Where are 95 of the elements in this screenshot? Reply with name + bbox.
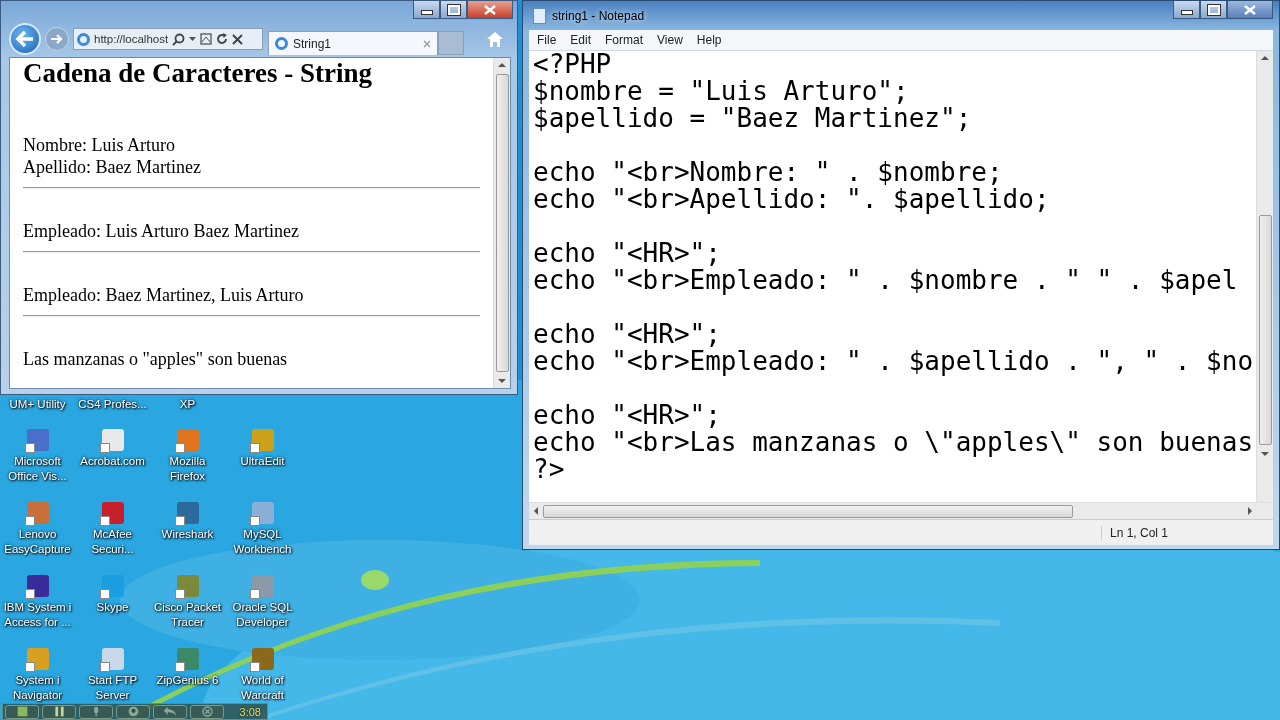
address-bar[interactable]: http://localhost	[73, 28, 263, 50]
icon-label[interactable]: XP	[150, 397, 225, 412]
microphone-icon	[91, 706, 101, 717]
close-icon	[1244, 4, 1256, 15]
code-line: echo "<br>Nombre: " . $nombre;	[533, 159, 1003, 186]
forward-button[interactable]	[45, 27, 69, 51]
page-heading: Cadena de Caracteres - String	[23, 58, 373, 88]
forward-arrow-icon	[50, 33, 64, 45]
code-line: echo "<HR>";	[533, 321, 721, 348]
page-text: Las manzanas o "apples" son buenas	[23, 348, 289, 370]
scrollbar[interactable]	[493, 58, 510, 388]
page-text: Empleado: Baez Martinez, Luis Arturo	[23, 284, 305, 306]
notepad-icon	[533, 7, 546, 24]
icon-label[interactable]: Mozilla Firefox	[150, 454, 225, 484]
icon-label[interactable]: World of Warcraft	[225, 673, 300, 703]
menu-item[interactable]: Edit	[570, 33, 592, 47]
icon-label[interactable]: MySQL Workbench	[225, 527, 300, 557]
address-text: http://localhost	[94, 33, 169, 45]
icon-label[interactable]: UltraEdit	[225, 454, 300, 469]
icon-label[interactable]: McAfee Securi...	[75, 527, 150, 557]
code-line: echo "<br>Empleado: " . $apellido . ", " . $no	[533, 348, 1254, 375]
pause-icon	[53, 706, 65, 717]
cancel-icon	[201, 706, 213, 717]
scrollbar-thumb[interactable]	[543, 504, 1073, 518]
recorder-button[interactable]	[5, 704, 39, 719]
scrollbar[interactable]	[1256, 51, 1273, 502]
icon-label[interactable]: Lenovo EasyCapture	[0, 527, 75, 557]
horizontal-scrollbar[interactable]	[529, 502, 1273, 519]
icon-label[interactable]: UM+ Utility	[0, 397, 75, 412]
window-title: string1 - Notepad	[552, 8, 645, 23]
menu-item[interactable]: Help	[696, 33, 722, 47]
icon-label[interactable]: Wireshark	[150, 527, 225, 542]
compatibility-icon[interactable]	[200, 33, 213, 45]
close-button[interactable]	[1227, 1, 1273, 19]
minimize-button[interactable]	[1173, 1, 1200, 19]
scroll-right-icon[interactable]	[1248, 507, 1252, 515]
icon-label[interactable]: System i Navigator	[0, 673, 75, 703]
icon-label[interactable]: Skype	[75, 600, 150, 615]
search-icon[interactable]	[172, 32, 186, 46]
recorder-button[interactable]	[116, 704, 150, 719]
scroll-down-icon[interactable]	[498, 379, 506, 383]
browser-tab[interactable]: String1	[268, 31, 438, 55]
code-line: $apellido = "Baez Martinez";	[533, 105, 972, 132]
icon-label[interactable]: IBM System i Access for ...	[0, 600, 75, 630]
menu-item[interactable]: File	[537, 33, 557, 47]
person-icon	[127, 706, 139, 717]
code-line: ?>	[533, 456, 565, 483]
recorder-button[interactable]	[42, 704, 76, 719]
code-line: echo "<br>Las manzanas o \"apples\" son buenas	[533, 429, 1254, 456]
refresh-icon[interactable]	[216, 33, 229, 45]
stop-icon	[16, 706, 28, 717]
scroll-up-icon[interactable]	[498, 63, 506, 67]
menu-item[interactable]: View	[657, 33, 683, 47]
recording-time: 3:08	[239, 705, 261, 718]
page-text: Apellido: Baez Martinez	[23, 156, 202, 178]
maximize-button[interactable]	[440, 1, 467, 19]
shortcut-icon[interactable]	[251, 648, 274, 670]
shortcut-icon[interactable]	[26, 575, 49, 597]
code-line: echo "<br>Apellido: ". $apellido;	[533, 186, 1050, 213]
code-line: <?PHP	[533, 51, 612, 78]
icon-label[interactable]: CS4 Profes...	[75, 397, 150, 412]
close-button[interactable]	[467, 1, 513, 19]
icon-label[interactable]: Microsoft Office Vis...	[0, 454, 75, 484]
scroll-up-icon[interactable]	[1261, 56, 1269, 60]
cursor-position: Ln 1, Col 1	[1101, 525, 1169, 540]
shortcut-icon[interactable]	[101, 502, 124, 524]
minimize-button[interactable]	[413, 1, 440, 19]
shortcut-icon[interactable]	[26, 429, 49, 451]
back-button[interactable]	[9, 23, 41, 55]
dropdown-icon[interactable]	[189, 36, 197, 42]
stop-icon[interactable]	[232, 33, 244, 45]
code-line: echo "<br>Empleado: " . $nombre . " " . $apel	[533, 267, 1238, 294]
recorder-button[interactable]	[190, 704, 224, 719]
code-line: $nombre = "Luis Arturo";	[533, 78, 909, 105]
menu-item[interactable]: Format	[605, 33, 644, 47]
close-icon	[484, 4, 496, 15]
shortcut-icon[interactable]	[176, 502, 199, 524]
icon-label[interactable]: Oracle SQL Developer	[225, 600, 300, 630]
code-line: echo "<HR>";	[533, 240, 721, 267]
scrollbar-thumb[interactable]	[495, 74, 509, 372]
recorder-button[interactable]	[79, 704, 113, 719]
scroll-left-icon[interactable]	[534, 507, 538, 515]
icon-label[interactable]: Acrobat.com	[75, 454, 150, 469]
scrollbar-thumb[interactable]	[1258, 215, 1272, 445]
icon-label[interactable]: Cisco Packet Tracer	[150, 600, 225, 630]
back-arrow-icon	[15, 30, 35, 48]
close-tab-icon[interactable]	[423, 39, 431, 48]
page-text: Nombre: Luis Arturo	[23, 134, 176, 156]
icon-label[interactable]: Start FTP Server	[75, 673, 150, 703]
code-line: echo "<HR>";	[533, 402, 721, 429]
page-text: Empleado: Luis Arturo Baez Martinez	[23, 220, 300, 242]
maximize-button[interactable]	[1200, 1, 1227, 19]
recorder-button[interactable]	[153, 704, 187, 719]
undo-icon	[162, 706, 178, 717]
scroll-down-icon[interactable]	[1261, 452, 1269, 456]
